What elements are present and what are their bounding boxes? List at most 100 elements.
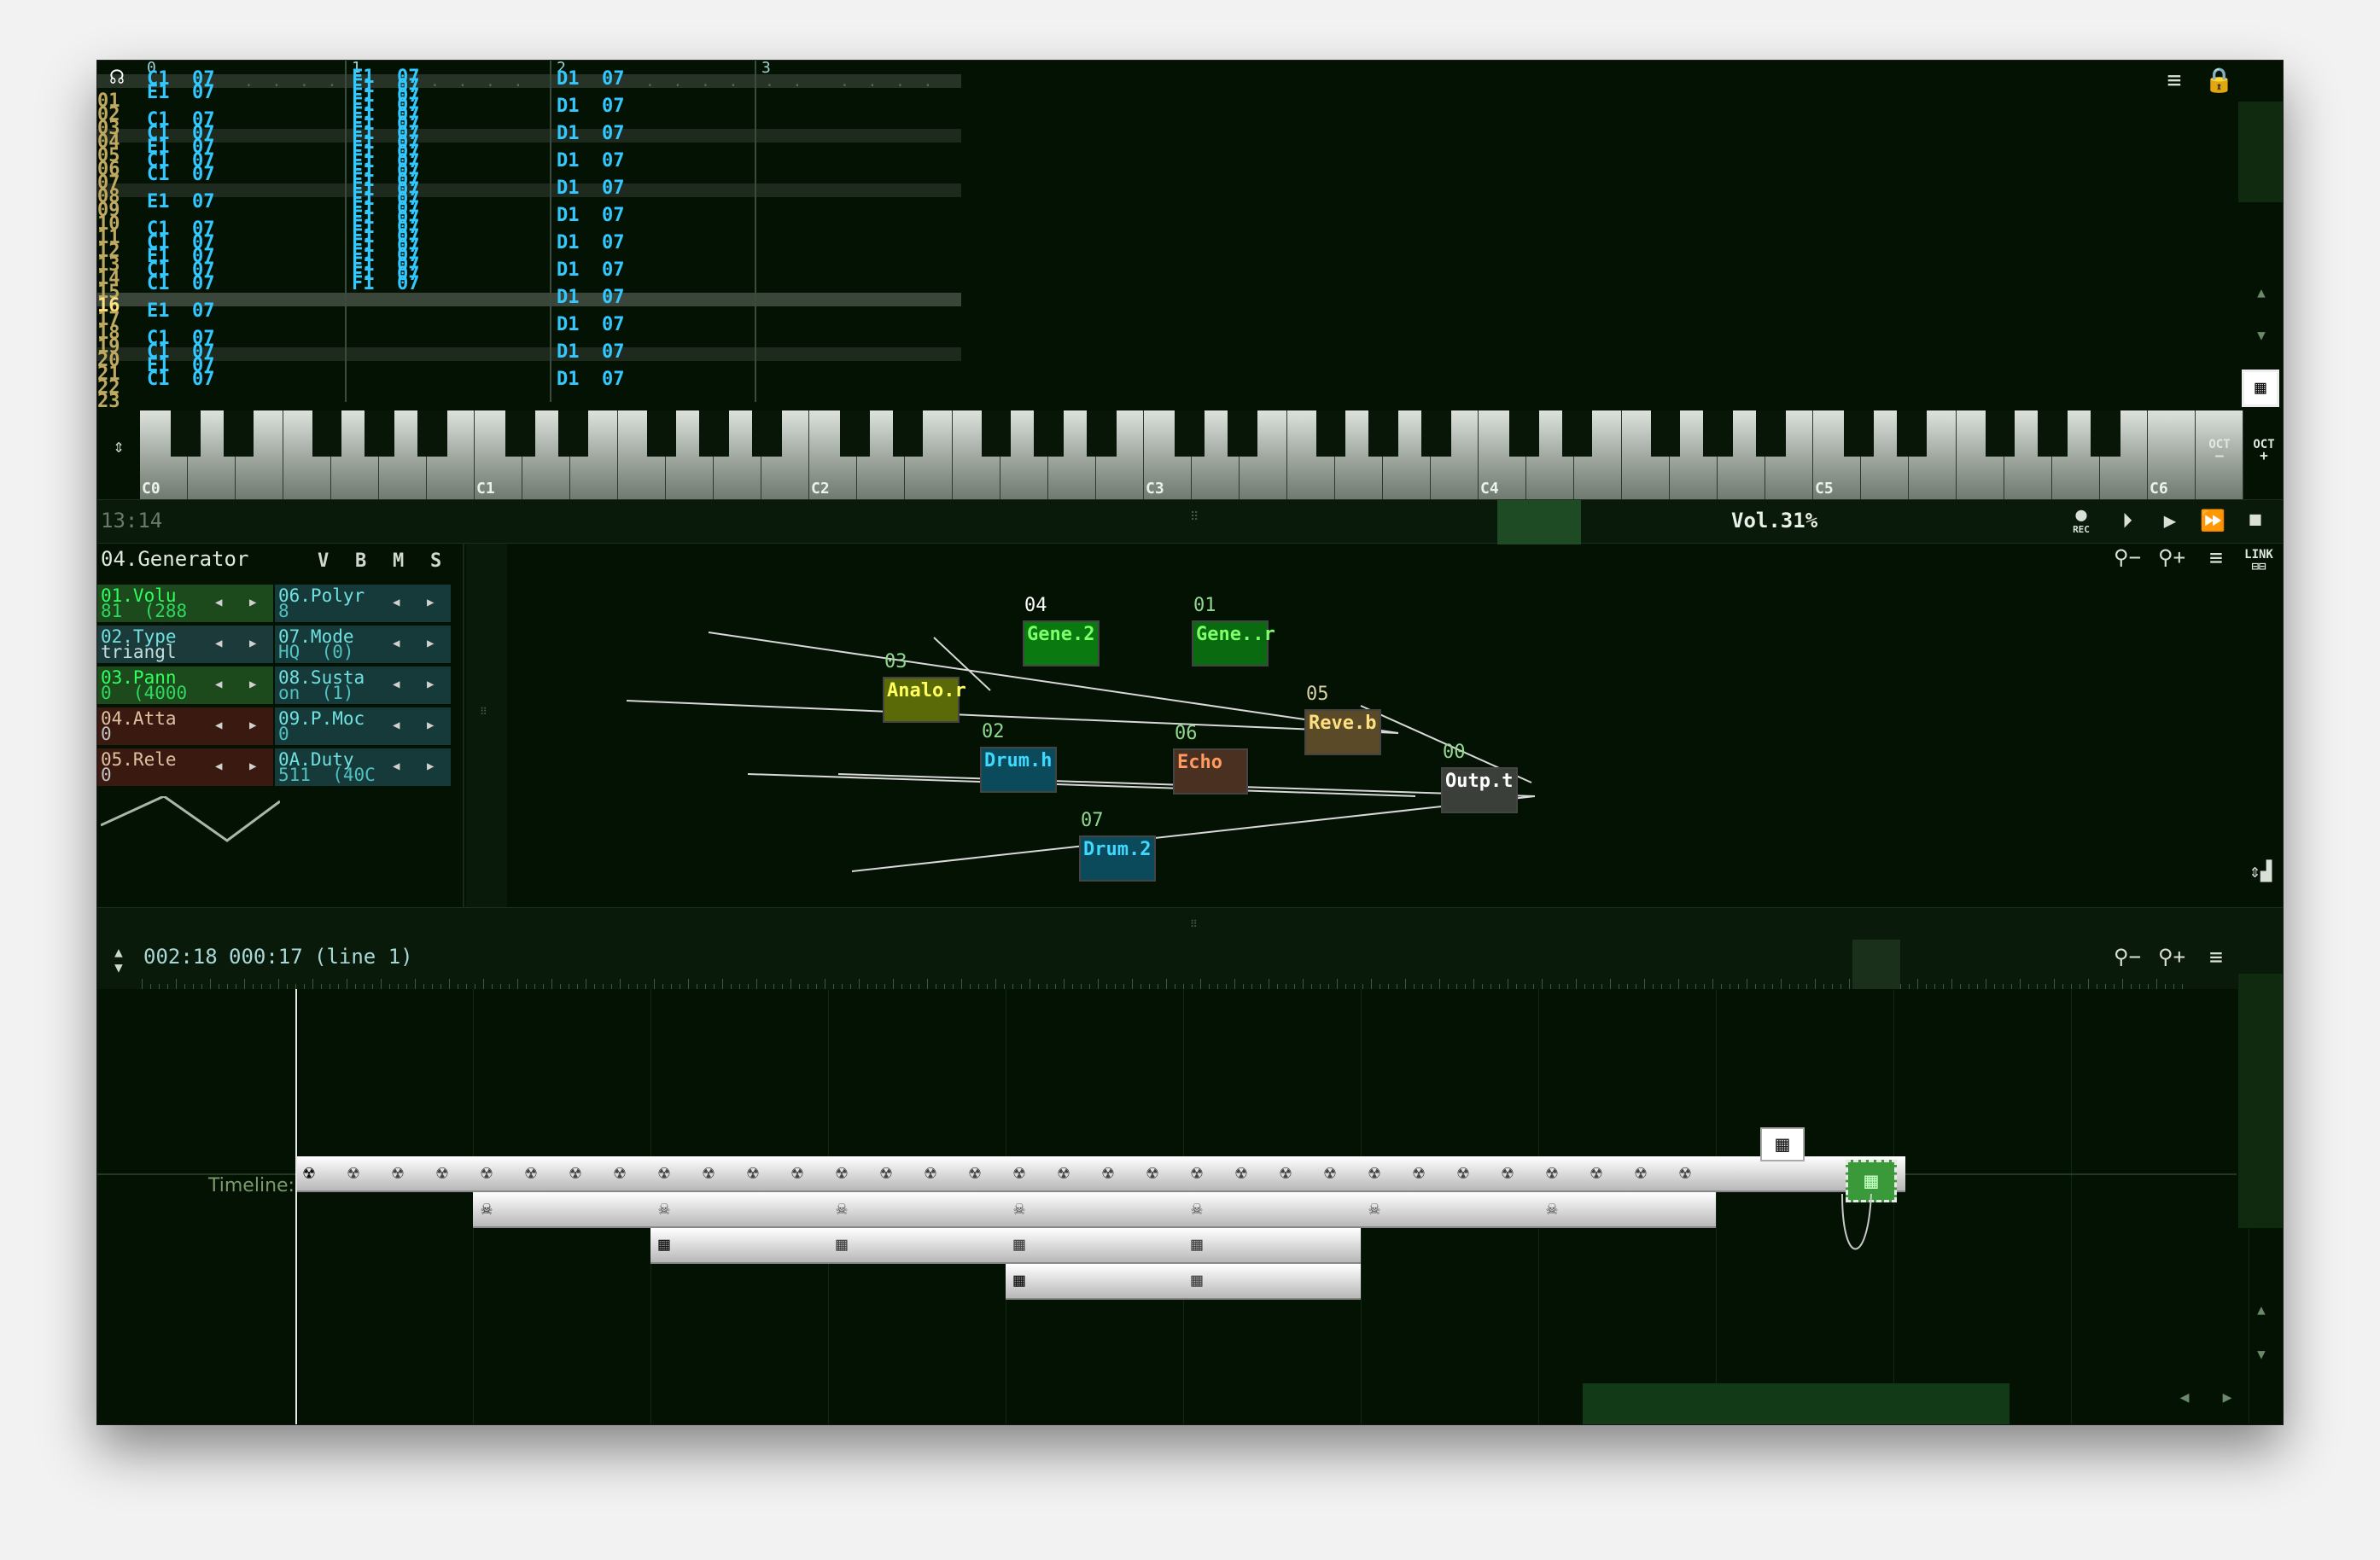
black-key[interactable] xyxy=(1368,410,1398,457)
pattern-icon[interactable]: ☠ xyxy=(1007,1197,1031,1221)
decrease-icon[interactable]: ◀ xyxy=(215,595,222,610)
param-6[interactable]: 08.Susta on (1) ◀ ▶ xyxy=(275,666,451,704)
module-node[interactable]: Drum.2 xyxy=(1079,835,1156,882)
splitter-handle[interactable]: ⠿ xyxy=(1190,510,1199,524)
black-key[interactable] xyxy=(505,410,536,457)
increase-icon[interactable]: ▶ xyxy=(427,718,434,733)
piano-resize-icon[interactable]: ⇕ xyxy=(104,436,133,465)
increase-icon[interactable]: ▶ xyxy=(249,718,256,733)
pattern-icon[interactable]: ☢ xyxy=(1407,1161,1431,1185)
timeline-scroll-up-icon[interactable]: ▲ xyxy=(2247,1301,2276,1318)
zoom-in-icon[interactable]: ⚲+ xyxy=(2155,545,2189,579)
pattern-icon[interactable]: ☢ xyxy=(1673,1161,1697,1185)
pattern-icon[interactable]: ▦ xyxy=(1007,1233,1031,1257)
black-key[interactable] xyxy=(1844,410,1875,457)
pattern-icon[interactable]: ☢ xyxy=(563,1161,587,1185)
black-key[interactable] xyxy=(1228,410,1257,457)
param-10[interactable]: 0A.Duty 511 (40C ◀ ▶ xyxy=(275,748,451,786)
panel-splitter[interactable] xyxy=(466,544,507,907)
pattern-icon[interactable]: ☢ xyxy=(1318,1161,1342,1185)
track-2[interactable]: 2 D1 07 D1 07 D1 07 D1 07 D1 07 D1 07 D1… xyxy=(550,61,755,402)
pattern-scrollbar[interactable] xyxy=(2238,102,2283,202)
mute-flag[interactable]: M xyxy=(393,550,410,572)
increase-icon[interactable]: ▶ xyxy=(249,636,256,651)
pattern-icon[interactable]: ▦ xyxy=(830,1233,854,1257)
pattern-icon[interactable]: ☢ xyxy=(1185,1161,1209,1185)
pattern-icon[interactable]: ☠ xyxy=(830,1197,854,1221)
black-key[interactable] xyxy=(1509,410,1540,457)
black-key[interactable] xyxy=(893,410,923,457)
pattern-row-1[interactable]: ☢ ☢ ☢ ☢ ☢ ☢ ☢ ☢ ☢ ☢ ☢ ☢ ☢ ☢ ☢ ☢ ☢ ☢ ☢ ☢ ☢ ☢ ☢ ☢ ☢ ☢ ☢ ☢ ☢ ☢ ☢ ☢ xyxy=(295,1156,1905,1192)
module-node[interactable]: Reve.b xyxy=(1304,709,1381,755)
pattern-icon[interactable]: ☢ xyxy=(519,1161,543,1185)
graph-menu-icon[interactable]: ≡ xyxy=(2199,545,2233,579)
pattern-icon[interactable]: ☠ xyxy=(1540,1197,1564,1221)
param-7[interactable]: 04.Atta 0 ◀ ▶ xyxy=(97,707,273,745)
module-node[interactable]: Outp.t xyxy=(1441,767,1518,813)
black-key[interactable] xyxy=(751,410,782,457)
decrease-icon[interactable]: ◀ xyxy=(215,636,222,651)
black-key[interactable] xyxy=(1086,410,1117,457)
param-1[interactable]: 01.Volu 81 (288 ◀ ▶ xyxy=(97,585,273,622)
pattern-thumbnail[interactable]: ▦ xyxy=(1760,1127,1805,1161)
play-icon[interactable]: ▶ xyxy=(2155,509,2185,538)
pattern-icon[interactable]: ☢ xyxy=(1140,1161,1164,1185)
increase-icon[interactable]: ▶ xyxy=(249,759,256,774)
octave-down-button[interactable]: OCT — xyxy=(2202,438,2237,472)
pattern-icon[interactable]: ☢ xyxy=(1629,1161,1653,1185)
increase-icon[interactable]: ▶ xyxy=(249,677,256,692)
increase-icon[interactable]: ▶ xyxy=(427,595,434,610)
decrease-icon[interactable]: ◀ xyxy=(393,636,400,651)
pattern-icon[interactable]: ☠ xyxy=(475,1197,499,1221)
decrease-icon[interactable]: ◀ xyxy=(393,759,400,774)
module-graph[interactable] xyxy=(507,544,2283,907)
module-node[interactable]: Echo xyxy=(1173,748,1248,795)
playhead[interactable] xyxy=(295,989,297,1424)
pattern-icon[interactable]: ☢ xyxy=(386,1161,410,1185)
pattern-icon[interactable]: ▦ xyxy=(1185,1269,1209,1293)
track-3[interactable]: 3 · · · · · · xyxy=(755,61,961,402)
volume-level-bar[interactable] xyxy=(1497,500,1581,544)
play-from-start-icon[interactable]: ⏵ xyxy=(2112,509,2143,538)
black-key[interactable] xyxy=(1315,410,1346,457)
scroll-right-icon[interactable]: ▶ xyxy=(2214,1388,2240,1414)
timeline-scroll-down-icon[interactable]: ▼ xyxy=(2247,1346,2276,1363)
decrease-icon[interactable]: ◀ xyxy=(215,677,222,692)
pattern-icon[interactable]: ☠ xyxy=(1185,1197,1209,1221)
timeline-resize-icon[interactable]: ▲ ▼ xyxy=(106,945,131,979)
timeline-area[interactable]: Timeline: ☢ ☢ ☢ ☢ ☢ ☢ ☢ ☢ ☢ ☢ ☢ ☢ ☢ ☢ ☢ ☢ ☢ ☢ ☢ ☢ ☢ ☢ ☢ ☢ ☢ ☢ ☢ ☢ ☢ ☢… xyxy=(97,989,2249,1424)
black-key[interactable] xyxy=(840,410,871,457)
param-9[interactable]: 05.Rele 0 ◀ ▶ xyxy=(97,748,273,786)
increase-icon[interactable]: ▶ xyxy=(427,636,434,651)
pattern-icon[interactable]: ☢ xyxy=(1274,1161,1298,1185)
black-key[interactable] xyxy=(2090,410,2120,457)
pattern-icon[interactable]: ▦ xyxy=(1007,1269,1031,1293)
link-button[interactable]: LINK ⊟⊟ xyxy=(2240,549,2278,578)
pattern-icon[interactable]: ☢ xyxy=(652,1161,676,1185)
pattern-icon[interactable]: ☢ xyxy=(297,1161,321,1185)
pattern-icon[interactable]: ☢ xyxy=(475,1161,499,1185)
black-key[interactable] xyxy=(1703,410,1733,457)
pattern-icon[interactable]: ☢ xyxy=(697,1161,720,1185)
pattern-icon[interactable]: ☢ xyxy=(1007,1161,1031,1185)
param-8[interactable]: 09.P.Moc 0 ◀ ▶ xyxy=(275,707,451,745)
black-key[interactable] xyxy=(224,410,254,457)
black-key[interactable] xyxy=(1897,410,1927,457)
visible-flag[interactable]: V xyxy=(318,550,335,572)
module-node[interactable]: Drum.h xyxy=(980,747,1057,793)
piano-keyboard[interactable]: C0 C1 C2 C3 C4 C5 C6 xyxy=(140,410,2243,499)
decrease-icon[interactable]: ◀ xyxy=(393,595,400,610)
black-key[interactable] xyxy=(312,410,342,457)
black-key[interactable] xyxy=(646,410,677,457)
horizontal-splitter[interactable]: ⠿ xyxy=(97,907,2283,940)
pattern-icon[interactable]: ☢ xyxy=(1584,1161,1608,1185)
pattern-icon[interactable]: ☢ xyxy=(963,1161,987,1185)
track-1[interactable]: 1 F1 07 F1 07 F1 07 F1 07 F1 07 F1 07 F1… xyxy=(345,61,550,402)
pattern-icon[interactable]: ☢ xyxy=(1052,1161,1076,1185)
horizontal-scrollbar[interactable] xyxy=(1583,1383,2010,1424)
black-key[interactable] xyxy=(171,410,201,457)
timeline-zoom-out-icon[interactable]: ⚲− xyxy=(2110,945,2144,979)
black-key[interactable] xyxy=(417,410,447,457)
black-key[interactable] xyxy=(1650,410,1681,457)
increase-icon[interactable]: ▶ xyxy=(427,759,434,774)
